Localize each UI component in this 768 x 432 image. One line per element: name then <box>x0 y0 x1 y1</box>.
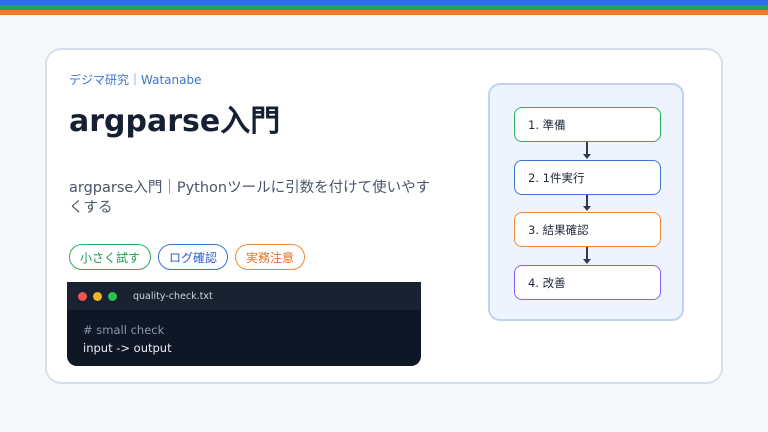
flow-step-prepare: 1. 準備 <box>514 107 661 142</box>
top-color-stripes <box>0 0 768 20</box>
flow-step-run-one: 2. 1件実行 <box>514 160 661 195</box>
page-title: argparse入門 <box>69 104 281 139</box>
stripe-orange <box>0 10 768 15</box>
maximize-dot-icon <box>108 291 117 301</box>
flow-step-check-results: 3. 結果確認 <box>514 212 661 247</box>
tag-try-small[interactable]: 小さく試す <box>69 244 152 270</box>
code-terminal: quality-check.txt # small check input ->… <box>67 282 421 366</box>
flow-step-improve: 4. 改善 <box>514 265 661 300</box>
tag-list: 小さく試す ログ確認 実務注意 <box>69 244 306 270</box>
flow-arrow-icon <box>583 259 591 264</box>
terminal-title-bar: quality-check.txt <box>67 282 421 310</box>
article-description: argparse入門｜Pythonツールに引数を付けて使いやすくする <box>69 180 431 216</box>
terminal-body: # small check input -> output <box>67 310 421 357</box>
flow-arrow-icon <box>583 206 591 211</box>
flow-arrow-icon <box>583 154 591 159</box>
close-dot-icon <box>78 291 87 301</box>
terminal-filename: quality-check.txt <box>133 290 213 302</box>
terminal-code-line: input -> output <box>83 341 172 355</box>
process-flow-panel: 1. 準備 2. 1件実行 3. 結果確認 4. 改善 <box>488 83 684 321</box>
minimize-dot-icon <box>93 291 102 301</box>
article-card: デジマ研究｜Watanabe argparse入門 argparse入門｜Pyt… <box>45 48 723 384</box>
tag-check-logs[interactable]: ログ確認 <box>158 244 229 270</box>
terminal-comment-line: # small check <box>83 323 165 337</box>
tag-practical-caution[interactable]: 実務注意 <box>235 244 306 270</box>
author-eyebrow: デジマ研究｜Watanabe <box>69 73 202 87</box>
